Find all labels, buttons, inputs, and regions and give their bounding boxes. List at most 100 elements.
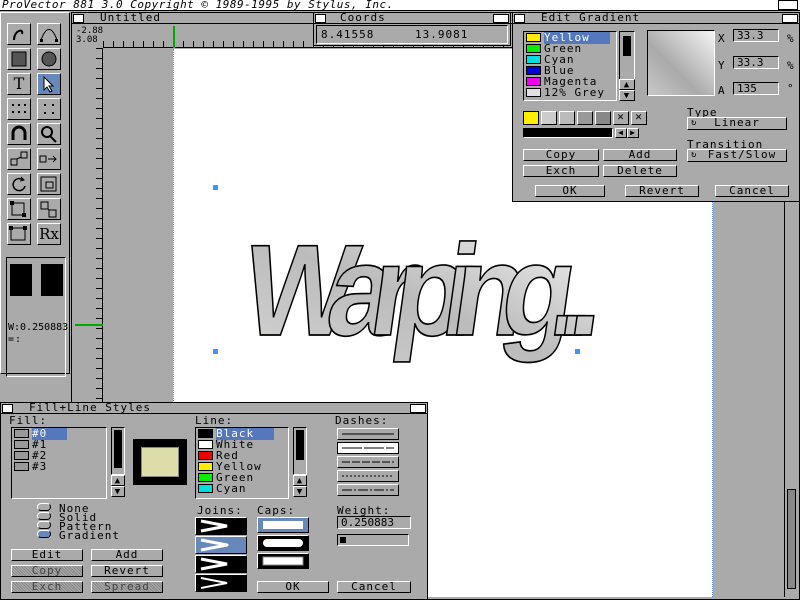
ellipse-tool[interactable] (37, 48, 61, 70)
close-gadget[interactable] (2, 404, 13, 413)
envelope-tool[interactable] (7, 223, 31, 245)
screen-depth-gadget[interactable] (778, 0, 798, 10)
clear-swatch-button[interactable]: ✕ (631, 111, 647, 125)
scroll-up-button[interactable]: ▲ (111, 475, 125, 486)
color-swatch-selected[interactable] (523, 111, 539, 125)
swatch-button[interactable] (577, 111, 593, 125)
gradient-title-bar[interactable]: Edit Gradient (513, 12, 799, 24)
list-item[interactable]: White (196, 439, 288, 450)
gradient-left-button[interactable]: ◀ (615, 128, 627, 138)
zoom-tool[interactable] (37, 123, 61, 145)
exch-fill-button[interactable]: Exch (11, 581, 83, 593)
list-item[interactable]: #1 (12, 439, 106, 450)
join-bevel-button[interactable] (195, 555, 247, 573)
join-miter-button[interactable] (195, 517, 247, 535)
remove-swatch-button[interactable]: ✕ (613, 111, 629, 125)
copy-button[interactable]: Copy (523, 149, 599, 161)
revert-fill-button[interactable]: Revert (91, 565, 163, 577)
selection-handle[interactable] (575, 349, 580, 354)
depth-gadget[interactable] (410, 404, 426, 413)
transform-tool[interactable] (7, 148, 31, 170)
list-item[interactable]: Cyan (196, 483, 288, 494)
line-list-scrollbar[interactable] (293, 427, 307, 475)
list-item[interactable]: 12% Grey (524, 87, 616, 98)
gradient-list-scrollbar[interactable] (619, 31, 635, 81)
scroll-up-button[interactable]: ▲ (619, 79, 635, 90)
weight-field[interactable]: 0.250883 (337, 516, 411, 529)
gradient-right-button[interactable]: ▶ (627, 128, 639, 138)
slider-knob[interactable] (340, 537, 346, 543)
snap-tool[interactable] (37, 98, 61, 120)
cap-butt-button[interactable] (257, 517, 309, 533)
scroll-down-button[interactable]: ▼ (293, 486, 307, 497)
radio-solid[interactable] (37, 512, 51, 520)
bezier-tool[interactable] (37, 23, 61, 45)
spread-button[interactable]: Spread (91, 581, 163, 593)
y-field[interactable]: 33.3 (733, 56, 779, 69)
swatch-button[interactable] (595, 111, 611, 125)
join-round-button[interactable] (195, 536, 247, 554)
scroll-thumb[interactable] (787, 489, 796, 589)
ok-fill-button[interactable]: OK (257, 581, 329, 593)
shear-tool[interactable] (37, 198, 61, 220)
swatch-button[interactable] (541, 111, 557, 125)
x-field[interactable]: 33.3 (733, 29, 779, 42)
effects-tool[interactable]: Rx (37, 223, 61, 245)
pointer-tool[interactable] (37, 73, 61, 95)
transition-cycle-button[interactable]: ↻ Fast/Slow (687, 149, 787, 162)
angle-field[interactable]: 135 (733, 82, 779, 95)
freehand-tool[interactable] (7, 23, 31, 45)
selection-handle[interactable] (213, 349, 218, 354)
scale-tool[interactable] (37, 173, 61, 195)
radio-gradient[interactable] (37, 530, 51, 538)
type-cycle-button[interactable]: ↻ Linear (687, 117, 787, 130)
dash-selected-button[interactable] (337, 442, 399, 454)
list-item[interactable]: #0 (12, 428, 106, 440)
join-button[interactable] (195, 574, 247, 592)
radio-none[interactable] (37, 503, 51, 511)
copy-fill-button[interactable]: Copy (11, 565, 83, 577)
fill-list[interactable]: #0 #1 #2 #3 (11, 427, 107, 499)
scroll-thumb[interactable] (296, 430, 304, 460)
depth-gadget[interactable] (493, 14, 509, 23)
rectangle-tool[interactable] (7, 48, 31, 70)
selection-handle[interactable] (213, 185, 218, 190)
cap-square-button[interactable] (257, 553, 309, 569)
add-fill-button[interactable]: Add (91, 549, 163, 561)
fill-list-scrollbar[interactable] (111, 427, 125, 475)
swatch-button[interactable] (559, 111, 575, 125)
close-gadget[interactable] (315, 14, 326, 23)
gradient-bar[interactable] (523, 128, 613, 138)
radio-pattern[interactable] (37, 521, 51, 529)
distort-tool[interactable] (7, 198, 31, 220)
dash-solid-button[interactable] (337, 428, 399, 440)
add-button[interactable]: Add (603, 149, 677, 161)
gradient-color-list[interactable]: Yellow Green Cyan Blue Magenta 12% Grey (523, 31, 617, 101)
scroll-thumb[interactable] (114, 430, 122, 468)
fill-line-title-bar[interactable]: Fill+Line Styles (1, 402, 427, 414)
ok-button[interactable]: OK (535, 185, 605, 197)
close-gadget[interactable] (73, 14, 84, 23)
list-item[interactable]: #2 (12, 450, 106, 461)
scroll-up-button[interactable]: ▲ (293, 475, 307, 486)
close-gadget[interactable] (514, 14, 525, 23)
scroll-thumb[interactable] (623, 36, 631, 56)
line-color-list[interactable]: Black White Red Yellow Green Cyan (195, 427, 289, 499)
scroll-down-button[interactable]: ▼ (619, 90, 635, 101)
dash-button[interactable] (337, 470, 399, 482)
dash-button[interactable] (337, 484, 399, 496)
list-item[interactable]: #3 (12, 461, 106, 472)
depth-gadget[interactable] (782, 14, 798, 23)
rotate-tool[interactable] (7, 173, 31, 195)
coords-title-bar[interactable]: Coords (314, 12, 510, 24)
grid-tool[interactable] (7, 98, 31, 120)
cancel-button[interactable]: Cancel (715, 185, 789, 197)
cap-round-button[interactable] (257, 535, 309, 551)
move-tool[interactable] (37, 148, 61, 170)
magnet-tool[interactable] (7, 123, 31, 145)
revert-button[interactable]: Revert (625, 185, 699, 197)
edit-button[interactable]: Edit (11, 549, 83, 561)
scroll-down-button[interactable]: ▼ (111, 486, 125, 497)
text-tool[interactable]: T (7, 73, 31, 95)
delete-button[interactable]: Delete (603, 165, 677, 177)
